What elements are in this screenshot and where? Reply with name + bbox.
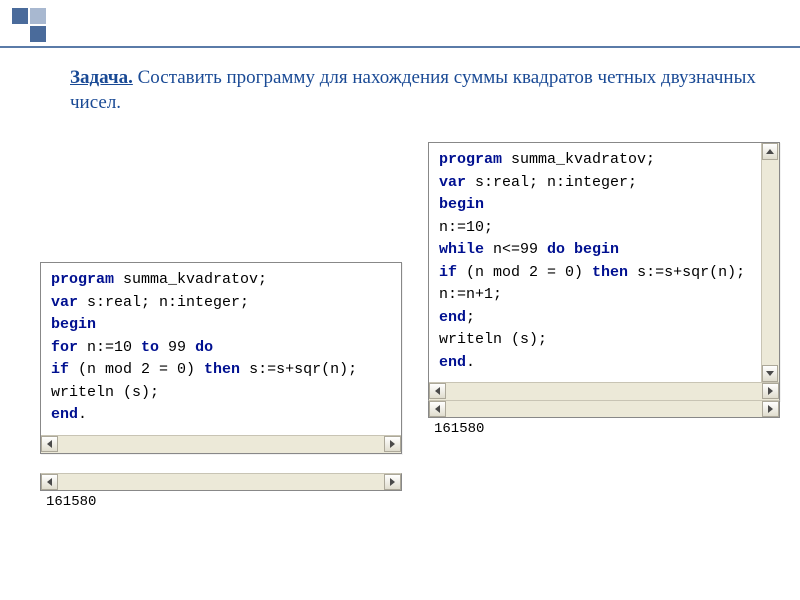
scroll-up-button[interactable] bbox=[762, 143, 778, 160]
output-window-right: 161580 bbox=[428, 400, 780, 440]
horizontal-rule bbox=[0, 46, 800, 48]
scroll-left-button[interactable] bbox=[41, 436, 58, 452]
program-output: 161580 bbox=[40, 491, 402, 513]
scroll-right-button[interactable] bbox=[384, 474, 401, 490]
task-label: Задача. bbox=[70, 67, 133, 88]
task-body: Составить программу для нахождения суммы… bbox=[70, 67, 756, 113]
scroll-left-button[interactable] bbox=[429, 401, 446, 417]
code-window-for-loop: program summa_kvadratov; var s:real; n:i… bbox=[40, 262, 402, 454]
deco-square bbox=[30, 26, 46, 42]
code-window-while-loop: program summa_kvadratov; var s:real; n:i… bbox=[428, 142, 780, 401]
horizontal-scrollbar[interactable] bbox=[429, 382, 779, 400]
scroll-right-button[interactable] bbox=[762, 401, 779, 417]
program-output: 161580 bbox=[428, 418, 780, 440]
chevron-right-icon bbox=[768, 405, 773, 413]
chevron-right-icon bbox=[390, 478, 395, 486]
scroll-left-button[interactable] bbox=[429, 383, 446, 399]
horizontal-scrollbar[interactable] bbox=[41, 435, 401, 453]
deco-square bbox=[30, 8, 46, 24]
chevron-right-icon bbox=[390, 440, 395, 448]
chevron-left-icon bbox=[435, 405, 440, 413]
code-block: program summa_kvadratov; var s:real; n:i… bbox=[429, 143, 779, 382]
task-text: Задача. Составить программу для нахожден… bbox=[70, 66, 770, 115]
code-block: program summa_kvadratov; var s:real; n:i… bbox=[41, 263, 401, 435]
chevron-left-icon bbox=[435, 387, 440, 395]
chevron-left-icon bbox=[47, 478, 52, 486]
horizontal-scrollbar[interactable] bbox=[40, 473, 402, 491]
output-window-left: 161580 bbox=[40, 473, 402, 513]
horizontal-scrollbar[interactable] bbox=[428, 400, 780, 418]
scroll-left-button[interactable] bbox=[41, 474, 58, 490]
chevron-left-icon bbox=[47, 440, 52, 448]
chevron-right-icon bbox=[768, 387, 773, 395]
scroll-right-button[interactable] bbox=[384, 436, 401, 452]
chevron-down-icon bbox=[766, 371, 774, 376]
scroll-down-button[interactable] bbox=[762, 365, 778, 382]
chevron-up-icon bbox=[766, 149, 774, 154]
vertical-scrollbar[interactable] bbox=[761, 143, 779, 382]
deco-square bbox=[12, 8, 28, 24]
scroll-right-button[interactable] bbox=[762, 383, 779, 399]
slide-decoration bbox=[0, 0, 100, 50]
